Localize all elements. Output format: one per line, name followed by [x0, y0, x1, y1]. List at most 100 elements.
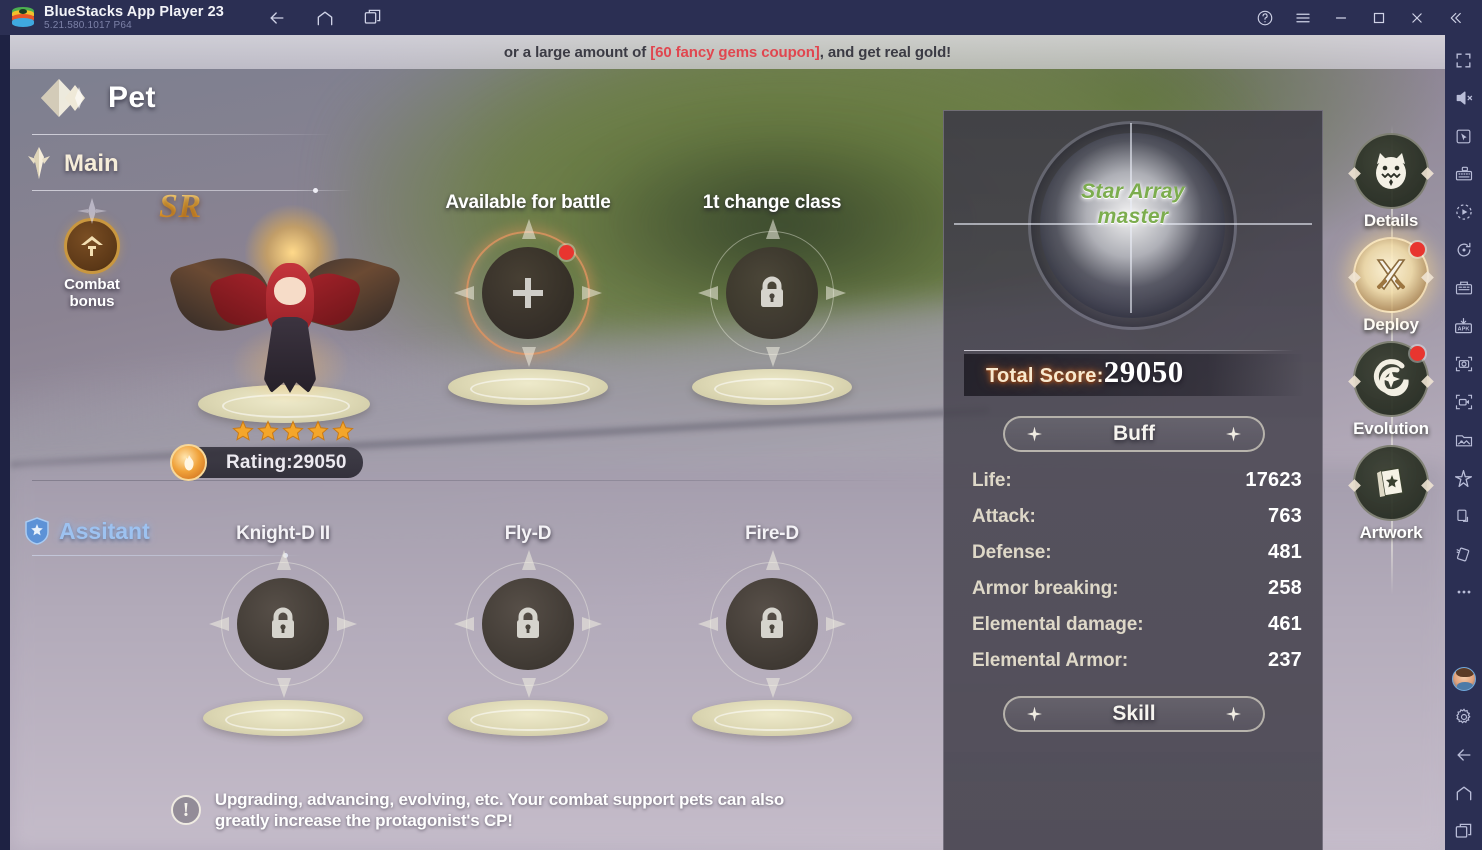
settings-gear-icon[interactable]: [1445, 698, 1482, 736]
assistant-slot-fly[interactable]: Fly-D: [418, 523, 638, 736]
stat-label: Armor breaking:: [972, 578, 1119, 599]
mute-icon[interactable]: [1445, 79, 1482, 117]
header-divider: [32, 134, 332, 135]
home-icon[interactable]: [310, 3, 340, 33]
titlebar-nav-group: [244, 3, 388, 33]
tip-line1: Upgrading, advancing, evolving, etc. You…: [214, 790, 785, 809]
assistant-slot-title: Fire-D: [745, 523, 799, 544]
assistant-slot-pedestal: [692, 700, 852, 736]
tip-bar: ! Upgrading, advancing, evolving, etc. Y…: [10, 780, 945, 840]
announcement-banner[interactable]: or a large amount of [60 fancy gems coup…: [10, 35, 1445, 69]
help-icon[interactable]: [1246, 0, 1284, 35]
tip-line2: greatly increase the protagonist's CP!: [214, 811, 513, 830]
tab-main[interactable]: Main: [24, 143, 254, 185]
app-title-block: BlueStacks App Player 23 5.21.580.1017 P…: [44, 4, 224, 32]
bluestacks-titlebar: BlueStacks App Player 23 5.21.580.1017 P…: [0, 0, 1482, 35]
pet-character-art[interactable]: [167, 205, 403, 420]
record-icon[interactable]: [1445, 383, 1482, 421]
fullscreen-icon[interactable]: [1445, 41, 1482, 79]
total-score-value: 29050: [1103, 354, 1184, 389]
pet-face-icon: [1348, 133, 1434, 209]
pet-slot-pedestal: [448, 369, 608, 405]
assistant-slot-knight[interactable]: Knight-D II: [173, 523, 393, 736]
artwork-book-icon: [1348, 445, 1434, 521]
stat-row: Elemental damage: 461: [972, 613, 1302, 649]
pet-slot-available-for-battle[interactable]: Available for battle: [418, 192, 638, 405]
pet-slot-pedestal: [692, 369, 852, 405]
keyboard-controls-icon[interactable]: [1445, 155, 1482, 193]
back-diamond-icon[interactable]: [28, 76, 92, 120]
assistant-slot-pedestal: [448, 700, 608, 736]
collapse-icon[interactable]: [1436, 0, 1474, 35]
recents-icon[interactable]: [358, 3, 388, 33]
skill-button[interactable]: Skill: [1003, 696, 1265, 732]
android-back-icon[interactable]: [1445, 736, 1482, 774]
lock-icon: [237, 578, 329, 670]
game-right-rail: Details Deploy Evolution Artwork: [1343, 125, 1439, 595]
assistant-slot-fire[interactable]: Fire-D: [662, 523, 882, 736]
shake-icon[interactable]: [1445, 497, 1482, 535]
rating-badge: Rating:29050: [170, 444, 363, 481]
rail-item-label: Deploy: [1363, 315, 1419, 334]
android-recents-icon[interactable]: [1445, 812, 1482, 850]
rotate-icon[interactable]: [1445, 231, 1482, 269]
orb-title: Star Array master: [944, 179, 1322, 229]
assistant-slot-ring: [209, 550, 357, 698]
tip-text: Upgrading, advancing, evolving, etc. You…: [215, 789, 784, 831]
tab-assistant[interactable]: Assitant: [24, 517, 150, 545]
tab-assistant-label: Assitant: [59, 517, 150, 544]
star-decoration-icon: [1226, 426, 1241, 442]
pet-slot-ring: [698, 219, 846, 367]
back-icon[interactable]: [262, 3, 292, 33]
minimize-icon[interactable]: [1322, 0, 1360, 35]
rail-item-details[interactable]: Details: [1343, 133, 1439, 231]
stat-value: 763: [1268, 505, 1302, 527]
pet-slot-change-class[interactable]: 1t change class: [662, 192, 882, 405]
install-apk-icon[interactable]: APK: [1445, 307, 1482, 345]
assistant-slot-title: Fly-D: [504, 523, 552, 544]
game-viewport: or a large amount of [60 fancy gems coup…: [10, 35, 1445, 850]
buff-button[interactable]: Buff: [1003, 416, 1265, 452]
android-home-icon[interactable]: [1445, 774, 1482, 812]
pet-slot-ring: [454, 219, 602, 367]
multi-instance-icon[interactable]: [1445, 269, 1482, 307]
tilt-icon[interactable]: [1445, 535, 1482, 573]
announcement-text: or a large amount of [60 fancy gems coup…: [504, 44, 951, 61]
character-face: [274, 277, 306, 305]
banner-suffix: , and get real gold!: [819, 43, 952, 61]
maximize-icon[interactable]: [1360, 0, 1398, 35]
close-icon[interactable]: [1398, 0, 1436, 35]
more-options-icon[interactable]: [1445, 573, 1482, 611]
combat-bonus-button[interactable]: Combat bonus: [52, 198, 132, 310]
macro-play-icon[interactable]: [1445, 193, 1482, 231]
screenshot-icon[interactable]: [1445, 345, 1482, 383]
rail-item-deploy[interactable]: Deploy: [1343, 237, 1439, 335]
assistant-slot-ring: [698, 550, 846, 698]
rail-item-evolution[interactable]: Evolution: [1343, 341, 1439, 439]
flame-icon: [170, 444, 207, 481]
tab-main-label: Main: [64, 150, 119, 177]
stats-list: Life: 17623 Attack: 763 Defense: 481 Arm…: [972, 469, 1302, 685]
user-avatar[interactable]: [1445, 660, 1482, 698]
rating-text: Rating:29050: [226, 451, 347, 473]
lock-icon: [726, 247, 818, 339]
total-score-label: Total Score:: [986, 365, 1104, 387]
stat-panel: Star Array master Total Score: 29050 Buf…: [943, 110, 1323, 850]
stat-row: Armor breaking: 258: [972, 577, 1302, 613]
crossed-swords-icon: [1348, 237, 1434, 313]
rail-item-artwork[interactable]: Artwork: [1343, 445, 1439, 543]
combat-bonus-icon: [64, 218, 120, 274]
rail-item-label: Evolution: [1353, 419, 1429, 438]
cursor-icon[interactable]: [1445, 117, 1482, 155]
assistant-slot-pedestal: [203, 700, 363, 736]
menu-icon[interactable]: [1284, 0, 1322, 35]
buff-button-label: Buff: [1113, 422, 1155, 445]
pet-slot-title: 1t change class: [702, 192, 842, 213]
star-array-orb: Star Array master: [944, 111, 1322, 330]
media-manager-icon[interactable]: [1445, 421, 1482, 459]
bluestacks-logo-icon: [12, 6, 34, 29]
app-version: 5.21.580.1017 P64: [44, 19, 132, 31]
plus-icon[interactable]: [482, 247, 574, 339]
eco-mode-icon[interactable]: [1445, 459, 1482, 497]
lock-icon: [482, 578, 574, 670]
